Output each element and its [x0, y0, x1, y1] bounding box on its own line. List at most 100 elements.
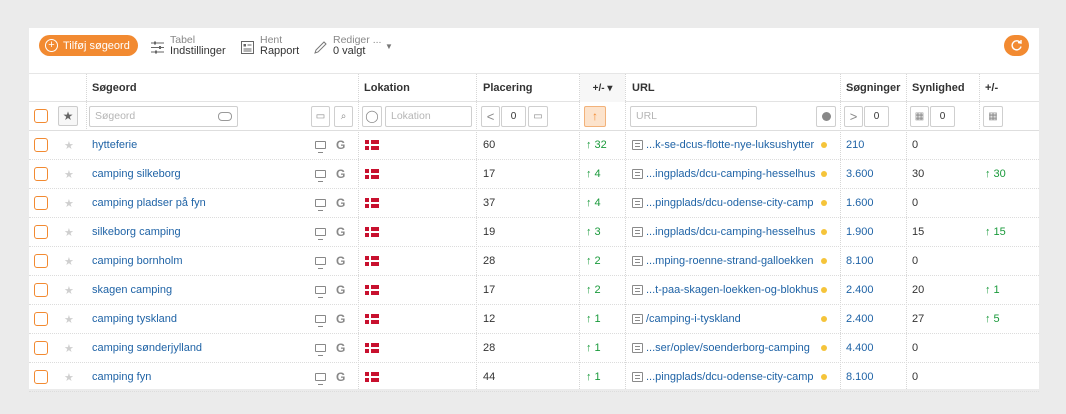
- star-icon[interactable]: ★: [64, 168, 74, 181]
- keyword-link[interactable]: camping pladser på fyn: [92, 189, 206, 217]
- col-header-url[interactable]: URL: [632, 74, 655, 102]
- status-dot: [821, 171, 827, 177]
- visibility-change-grid-icon[interactable]: ▦: [983, 105, 1003, 127]
- page-icon: [632, 285, 643, 295]
- search-engine-filter-icon[interactable]: ⌕: [334, 105, 353, 127]
- keyword-link[interactable]: camping bornholm: [92, 247, 183, 275]
- location-filter-input[interactable]: Lokation: [385, 105, 472, 127]
- url-filter-input[interactable]: URL: [630, 105, 757, 127]
- url-link[interactable]: ...k-se-dcus-flotte-nye-luksushytter: [646, 131, 814, 159]
- keyword-link[interactable]: skagen camping: [92, 276, 172, 304]
- url-link[interactable]: ...ingplads/dcu-camping-hesselhus: [646, 160, 815, 188]
- url-link[interactable]: ...t-paa-skagen-loekken-og-blokhus: [646, 276, 818, 304]
- speech-bubble-icon[interactable]: ◯: [362, 105, 382, 127]
- table-settings-button[interactable]: Tabel Indstillinger: [150, 35, 226, 59]
- add-keyword-button[interactable]: + Tilføj søgeord: [39, 35, 138, 56]
- device-filter-icon[interactable]: ▭: [311, 105, 330, 127]
- edit-selection-button[interactable]: Rediger ... 0 valgt: [313, 35, 381, 59]
- row-checkbox[interactable]: [34, 370, 48, 384]
- searches-operator[interactable]: >: [844, 105, 863, 127]
- keyword-link[interactable]: hytteferie: [92, 131, 137, 159]
- refresh-icon: [1011, 40, 1022, 51]
- chevron-down-icon[interactable]: ▼: [385, 42, 393, 51]
- position-filter-value[interactable]: 0: [501, 105, 526, 127]
- star-icon[interactable]: ★: [64, 371, 74, 384]
- visibility-value: 15: [912, 226, 925, 238]
- star-icon[interactable]: ★: [64, 255, 74, 268]
- searches-filter-value[interactable]: 0: [864, 105, 889, 127]
- searches-value[interactable]: 8.100: [846, 247, 874, 275]
- position-tag-icon[interactable]: ▭: [528, 105, 548, 127]
- visibility-filter-value[interactable]: 0: [930, 105, 955, 127]
- google-icon: G: [336, 283, 346, 297]
- refresh-button[interactable]: [1004, 35, 1029, 56]
- col-header-visibility-change[interactable]: +/-: [985, 74, 998, 102]
- url-link[interactable]: ...mping-roenne-strand-galloekken: [646, 247, 814, 275]
- col-header-visibility[interactable]: Synlighed: [912, 74, 965, 102]
- keyword-filter-input[interactable]: Søgeord: [89, 105, 238, 127]
- searches-value[interactable]: 3.600: [846, 160, 874, 188]
- select-all-checkbox[interactable]: [34, 109, 48, 123]
- toolbar: + Tilføj søgeord Tabel Indstillinger Hen…: [29, 28, 1039, 73]
- google-icon: G: [336, 167, 346, 181]
- col-header-change[interactable]: +/- ▾: [580, 74, 625, 102]
- col-header-location[interactable]: Lokation: [364, 74, 410, 102]
- searches-value[interactable]: 1.900: [846, 218, 874, 246]
- searches-value[interactable]: 2.400: [846, 276, 874, 304]
- searches-value[interactable]: 4.400: [846, 334, 874, 362]
- location-filter-placeholder: Lokation: [391, 110, 431, 122]
- row-checkbox[interactable]: [34, 254, 48, 268]
- row-checkbox[interactable]: [34, 283, 48, 297]
- status-dot: [821, 229, 827, 235]
- keyword-link[interactable]: camping sønderjylland: [92, 334, 202, 362]
- page-icon: [632, 198, 643, 208]
- star-icon[interactable]: ★: [64, 313, 74, 326]
- row-checkbox[interactable]: [34, 196, 48, 210]
- row-checkbox[interactable]: [34, 225, 48, 239]
- position-operator[interactable]: <: [481, 105, 500, 127]
- keyword-link[interactable]: camping tyskland: [92, 305, 177, 333]
- col-header-searches[interactable]: Søgninger: [846, 74, 900, 102]
- position-value: 60: [483, 139, 496, 151]
- col-header-position[interactable]: Placering: [483, 74, 533, 102]
- searches-value[interactable]: 8.100: [846, 363, 874, 391]
- position-value: 28: [483, 342, 496, 354]
- table-row: ★ camping fyn G 44 ↑ 1 ...pingplads/dcu-odens…: [29, 363, 1039, 392]
- star-icon[interactable]: ★: [64, 284, 74, 297]
- url-link[interactable]: ...ser/oplev/soenderborg-camping: [646, 334, 810, 362]
- keyword-link[interactable]: camping silkeborg: [92, 160, 181, 188]
- star-icon[interactable]: ★: [64, 139, 74, 152]
- page-icon: [632, 314, 643, 324]
- tag-icon[interactable]: [218, 111, 232, 121]
- keyword-link[interactable]: silkeborg camping: [92, 218, 181, 246]
- searches-value[interactable]: 2.400: [846, 305, 874, 333]
- url-link[interactable]: /camping-i-tyskland: [646, 305, 741, 333]
- url-link[interactable]: ...ingplads/dcu-camping-hesselhus: [646, 218, 815, 246]
- status-filter-icon[interactable]: [816, 105, 836, 127]
- url-link[interactable]: ...pingplads/dcu-odense-city-camp: [646, 189, 814, 217]
- star-icon[interactable]: ★: [64, 342, 74, 355]
- star-icon[interactable]: ★: [64, 197, 74, 210]
- row-checkbox[interactable]: [34, 167, 48, 181]
- row-checkbox[interactable]: [34, 138, 48, 152]
- table-row: ★ skagen camping G 17 ↑ 2 ...t-paa-skagen-loe…: [29, 276, 1039, 305]
- position-change: ↑ 4: [586, 168, 601, 180]
- status-dot: [821, 287, 827, 293]
- star-filter-icon[interactable]: ★: [58, 106, 78, 126]
- position-value: 17: [483, 168, 496, 180]
- keyword-link[interactable]: camping fyn: [92, 363, 151, 391]
- star-icon[interactable]: ★: [64, 226, 74, 239]
- url-link[interactable]: ...pingplads/dcu-odense-city-camp: [646, 363, 814, 391]
- position-value: 19: [483, 226, 496, 238]
- searches-value[interactable]: 210: [846, 131, 864, 159]
- visibility-grid-icon[interactable]: ▦: [910, 105, 929, 127]
- get-report-button[interactable]: Hent Rapport: [240, 35, 299, 59]
- col-header-keyword[interactable]: Søgeord: [92, 74, 137, 102]
- searches-value[interactable]: 1.600: [846, 189, 874, 217]
- status-dot: [821, 200, 827, 206]
- position-value: 12: [483, 313, 496, 325]
- row-checkbox[interactable]: [34, 341, 48, 355]
- filter-row: ★ Søgeord ▭ ⌕ ◯ Lokation < 0 ▭ ↑ URL > 0…: [29, 102, 1039, 131]
- sort-up-arrow-icon[interactable]: ↑: [584, 105, 606, 127]
- row-checkbox[interactable]: [34, 312, 48, 326]
